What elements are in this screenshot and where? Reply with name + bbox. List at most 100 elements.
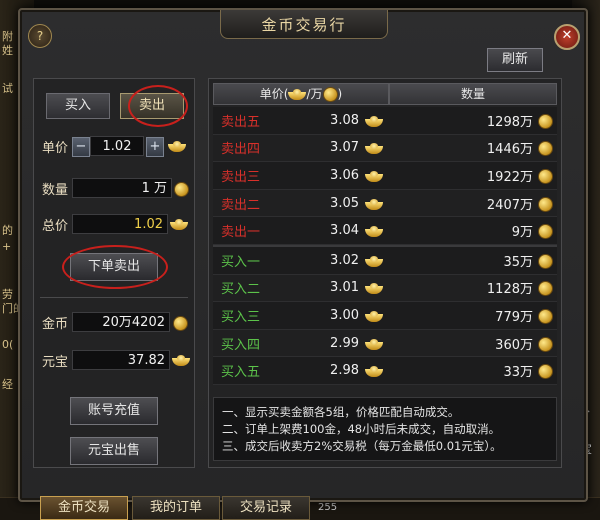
order-quantity: 1128万	[486, 282, 533, 298]
place-sell-order-button[interactable]: 下单卖出	[70, 253, 158, 281]
order-name: 买入三	[221, 309, 261, 325]
order-name: 卖出二	[221, 197, 261, 213]
gold-coin-icon	[537, 336, 553, 352]
bg-number: 255	[318, 502, 338, 513]
account-recharge-button[interactable]: 账号充值	[70, 397, 158, 425]
order-quantity: 779万	[495, 309, 533, 325]
price-column-header: 单价( /万)	[213, 83, 389, 105]
order-price: 3.06	[330, 167, 359, 183]
order-price: 3.05	[330, 195, 359, 211]
order-quantity: 1922万	[486, 169, 533, 185]
ingot-icon	[170, 219, 188, 230]
ingot-icon	[288, 89, 307, 100]
tab-sell[interactable]: 卖出	[120, 93, 184, 119]
gold-coin-icon	[537, 168, 553, 184]
bg-text: 试	[2, 82, 13, 95]
window-title: 金币交易行	[220, 10, 388, 39]
table-row[interactable]: 卖出三 3.06 1922万	[213, 162, 557, 190]
ingot-icon	[365, 198, 383, 210]
bg-text: 的	[2, 224, 13, 237]
table-row[interactable]: 卖出五 3.08 1298万	[213, 107, 557, 135]
order-name: 卖出一	[221, 225, 261, 241]
gold-coin-icon	[173, 316, 188, 331]
unit-price-label: 单价	[42, 141, 69, 156]
table-row[interactable]: 买入五 2.98 33万	[213, 357, 557, 385]
unit-price-input[interactable]: 1.02	[90, 136, 144, 156]
ingot-icon	[365, 226, 383, 238]
sell-ingot-button[interactable]: 元宝出售	[70, 437, 158, 465]
gold-coin-icon	[322, 87, 338, 102]
table-row[interactable]: 买入三 3.00 779万	[213, 302, 557, 330]
rules-notes: 一、显示买卖金额各5组，价格匹配自动成交。 二、订单上架费100金，48小时后未…	[213, 397, 557, 461]
order-name: 卖出五	[221, 114, 261, 130]
gold-coin-icon	[537, 224, 553, 240]
price-minus-button[interactable]: −	[72, 137, 90, 157]
gold-coin-icon	[174, 182, 189, 197]
gold-coin-icon	[537, 364, 553, 380]
bg-text: 经	[2, 378, 13, 391]
gold-exchange-window: 金币交易行 ? ✕ 刷新 买入 卖出 单价 − 1.02 + 数量 1 万 总价…	[18, 8, 588, 502]
order-price: 2.98	[330, 363, 359, 379]
total-value: 1.02	[72, 214, 168, 234]
bg-text: 姓	[2, 44, 13, 57]
quantity-input[interactable]: 1 万	[72, 178, 172, 198]
price-header-end: )	[337, 87, 343, 101]
price-header-unit: /万	[306, 87, 323, 101]
bg-text: 0(	[2, 338, 14, 351]
gold-balance-label: 金币	[42, 317, 69, 332]
bg-text: +	[2, 240, 12, 253]
note-line: 一、显示买卖金额各5组，价格匹配自动成交。	[222, 405, 460, 419]
price-header-label: 单价(	[259, 87, 289, 101]
ingot-icon	[365, 255, 383, 267]
close-button[interactable]: ✕	[554, 24, 580, 50]
ingot-icon	[365, 143, 383, 155]
ingot-icon	[365, 338, 383, 350]
order-quantity: 33万	[503, 365, 533, 381]
table-row[interactable]: 买入二 3.01 1128万	[213, 274, 557, 303]
tab-my-orders[interactable]: 我的订单	[132, 496, 220, 520]
market-panel: 单价(/万) 数量 卖出五 3.08 1298万 卖出四 3.07 1446万 …	[208, 78, 562, 468]
order-name: 买入四	[221, 337, 261, 353]
ingot-icon	[365, 170, 383, 182]
tab-buy[interactable]: 买入	[46, 93, 110, 119]
order-price: 3.02	[330, 252, 359, 268]
ingot-icon	[168, 141, 186, 152]
tab-gold-trade[interactable]: 金币交易	[40, 496, 128, 520]
ingot-balance-label: 元宝	[42, 355, 69, 370]
gold-coin-icon	[537, 253, 553, 269]
quantity-column-header: 数量	[389, 83, 557, 105]
order-quantity: 1298万	[486, 114, 533, 130]
table-row[interactable]: 买入一 3.02 35万	[213, 246, 557, 275]
ingot-icon	[172, 355, 190, 366]
order-name: 买入五	[221, 365, 261, 381]
note-line: 二、订单上架费100金，48小时后未成交，自动取消。	[222, 422, 501, 436]
gold-coin-icon	[537, 281, 553, 297]
order-quantity: 35万	[503, 254, 533, 270]
gold-coin-icon	[537, 113, 553, 129]
order-name: 买入二	[221, 282, 261, 298]
gold-balance-value: 20万4202	[72, 312, 170, 332]
refresh-button[interactable]: 刷新	[487, 48, 543, 72]
divider	[40, 297, 188, 298]
order-name: 卖出三	[221, 169, 261, 185]
order-price: 2.99	[330, 335, 359, 351]
ingot-icon	[365, 310, 383, 322]
ingot-icon	[365, 366, 383, 378]
order-price: 3.01	[330, 280, 359, 296]
order-price: 3.07	[330, 140, 359, 156]
order-price: 3.00	[330, 307, 359, 323]
gold-coin-icon	[537, 196, 553, 212]
order-name: 卖出四	[221, 142, 261, 158]
help-button[interactable]: ?	[28, 24, 52, 48]
table-row[interactable]: 买入四 2.99 360万	[213, 329, 557, 358]
order-price: 3.08	[330, 112, 359, 128]
table-row[interactable]: 卖出二 3.05 2407万	[213, 189, 557, 218]
tab-trade-log[interactable]: 交易记录	[222, 496, 310, 520]
table-row[interactable]: 卖出一 3.04 9万	[213, 217, 557, 245]
gold-coin-icon	[537, 308, 553, 324]
total-label: 总价	[42, 219, 69, 234]
gold-coin-icon	[537, 141, 553, 157]
table-row[interactable]: 卖出四 3.07 1446万	[213, 134, 557, 163]
price-plus-button[interactable]: +	[146, 137, 164, 157]
ingot-balance-value: 37.82	[72, 350, 170, 370]
